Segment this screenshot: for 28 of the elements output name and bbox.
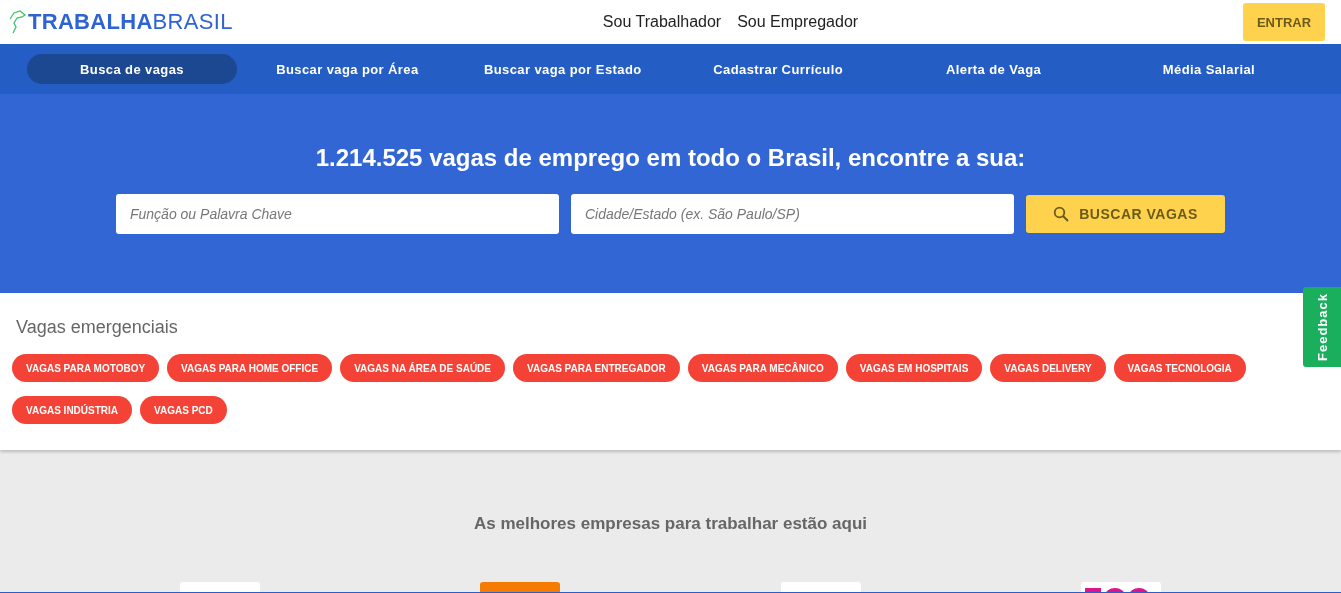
job-tag[interactable]: VAGAS PARA HOME OFFICE	[167, 354, 333, 382]
job-tag[interactable]: VAGAS PARA MECÂNICO	[687, 354, 838, 382]
feedback-tab[interactable]: Feedback	[1303, 287, 1341, 367]
search-button[interactable]: BUSCAR VAGAS	[1026, 195, 1225, 233]
nav-tab[interactable]: Busca de vagas	[27, 54, 237, 84]
keyword-field[interactable]: Função ou Palavra Chave	[116, 194, 559, 234]
map-icon	[8, 9, 28, 35]
job-tag[interactable]: VAGAS PARA ENTREGADOR	[513, 354, 680, 382]
section-title: As melhores empresas para trabalhar estão aqui	[473, 514, 868, 534]
search-icon	[1053, 206, 1070, 222]
job-tag[interactable]: VAGAS INDÚSTRIA	[12, 396, 133, 424]
job-tag[interactable]: VAGAS DELIVERY	[990, 354, 1106, 382]
location-field[interactable]: Cidade/Estado (ex. São Paulo/SP)	[571, 194, 1014, 234]
header-link[interactable]: Sou Trabalhador	[602, 13, 722, 31]
job-tag[interactable]: VAGAS NA ÁREA DE SAÚDE	[340, 354, 505, 382]
nav-tab[interactable]: Alerta de Vaga	[888, 54, 1099, 84]
job-tag[interactable]: VAGAS PARA MOTOBOY	[12, 354, 160, 382]
nav-tab[interactable]: Média Salarial	[1103, 54, 1314, 84]
hero-title: 1.214.525 vagas de emprego em todo o Brasil, encontre a sua:	[315, 144, 1026, 172]
login-button[interactable]: ENTRAR	[1243, 3, 1325, 41]
job-tag[interactable]: VAGAS EM HOSPITAIS	[845, 354, 983, 382]
job-tag[interactable]: VAGAS PCD	[140, 396, 227, 424]
job-tag[interactable]: VAGAS TECNOLOGIA	[1113, 354, 1246, 382]
header-link[interactable]: Sou Empregador	[737, 13, 859, 31]
nav-tab[interactable]: Buscar vaga por Área	[242, 54, 453, 84]
nav-tab[interactable]: Buscar vaga por Estado	[457, 54, 668, 84]
logo[interactable]: TRABALHABRASIL	[28, 9, 233, 35]
nav-tab[interactable]: Cadastrar Currículo	[673, 54, 884, 84]
